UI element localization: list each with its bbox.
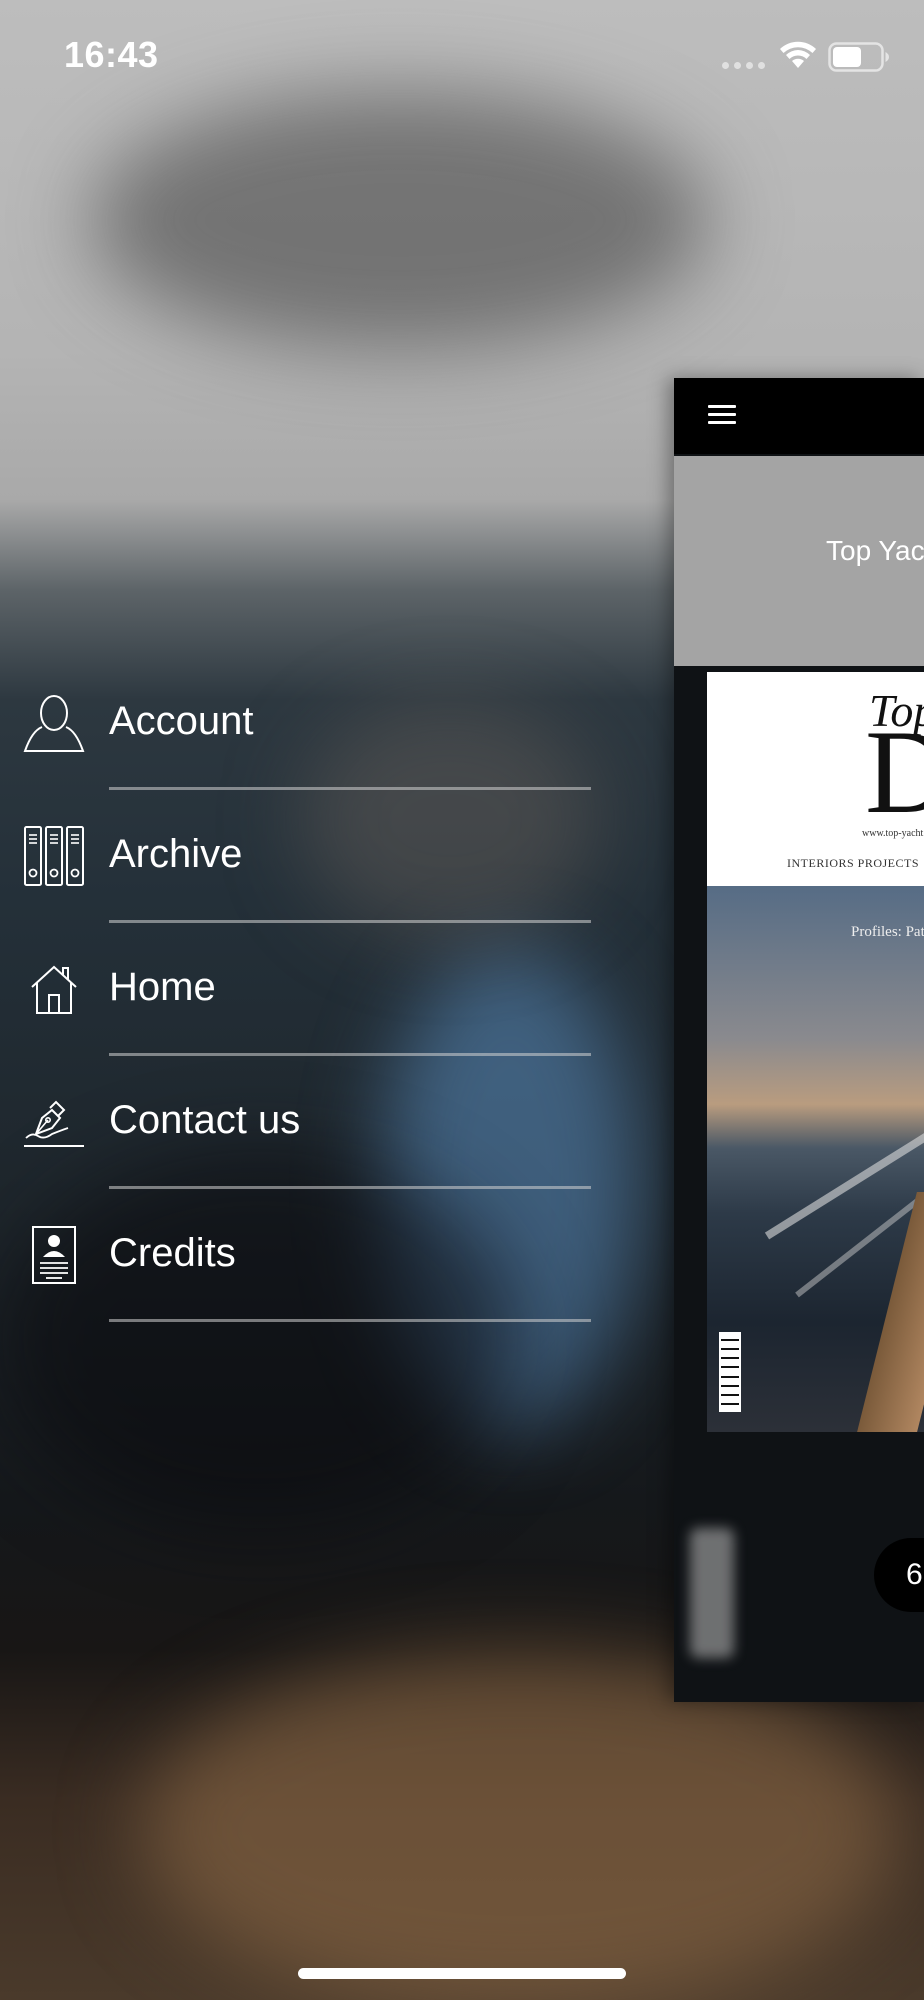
menu-item-credits[interactable]: Credits [0,1199,600,1332]
menu-label-account: Account [109,699,254,743]
binders-icon [24,826,84,886]
menu-label-archive: Archive [109,832,243,876]
status-time: 16:43 [64,34,159,75]
cover-masthead-letter: D [865,705,924,838]
menu-divider [109,787,591,790]
menu-divider [109,1053,591,1056]
menu-item-home[interactable]: Home [0,933,600,1066]
pen-signature-icon [24,1100,84,1147]
hamburger-icon[interactable] [708,405,736,425]
document-profile-icon [32,1226,76,1284]
menu-item-contact-us[interactable]: Contact us [0,1066,600,1199]
menu-divider [109,1319,591,1322]
cover-url: www.top-yacht [862,828,924,839]
cover-headline: Profiles: Pat [851,924,924,940]
menu-label-credits: Credits [109,1231,236,1275]
menu-item-account[interactable]: Account [0,667,600,800]
side-menu: Account Archive Home Contact us Credits [0,667,600,1332]
house-icon [31,965,77,1014]
page-indicator-value: 6 [906,1558,923,1591]
menu-divider [109,920,591,923]
magazine-cover[interactable]: Top D www.top-yacht INTERIORS PROJECTS P… [707,672,924,1432]
menu-divider [109,1186,591,1189]
person-icon [23,695,85,752]
top-toolbar [674,378,924,454]
cover-sections: INTERIORS PROJECTS [787,856,920,870]
menu-label-contact-us: Contact us [109,1098,301,1142]
home-indicator[interactable] [298,1968,626,1979]
page-indicator[interactable]: 6 [874,1538,924,1612]
status-bar: 16:43 [0,0,924,110]
cover-masthead: Top D www.top-yacht INTERIORS PROJECTS [707,672,924,886]
blurred-thumbnail [690,1528,734,1658]
menu-item-archive[interactable]: Archive [0,800,600,933]
battery-icon [828,42,889,72]
menu-label-home: Home [109,965,216,1009]
barcode-icon [719,1332,741,1412]
cellular-signal-icon [722,62,765,69]
wifi-icon [780,41,816,68]
magazine-title: Top Yac [826,535,924,566]
main-content-preview[interactable]: Top Yac Top D www.top-yacht INTERIORS PR… [674,378,924,1702]
